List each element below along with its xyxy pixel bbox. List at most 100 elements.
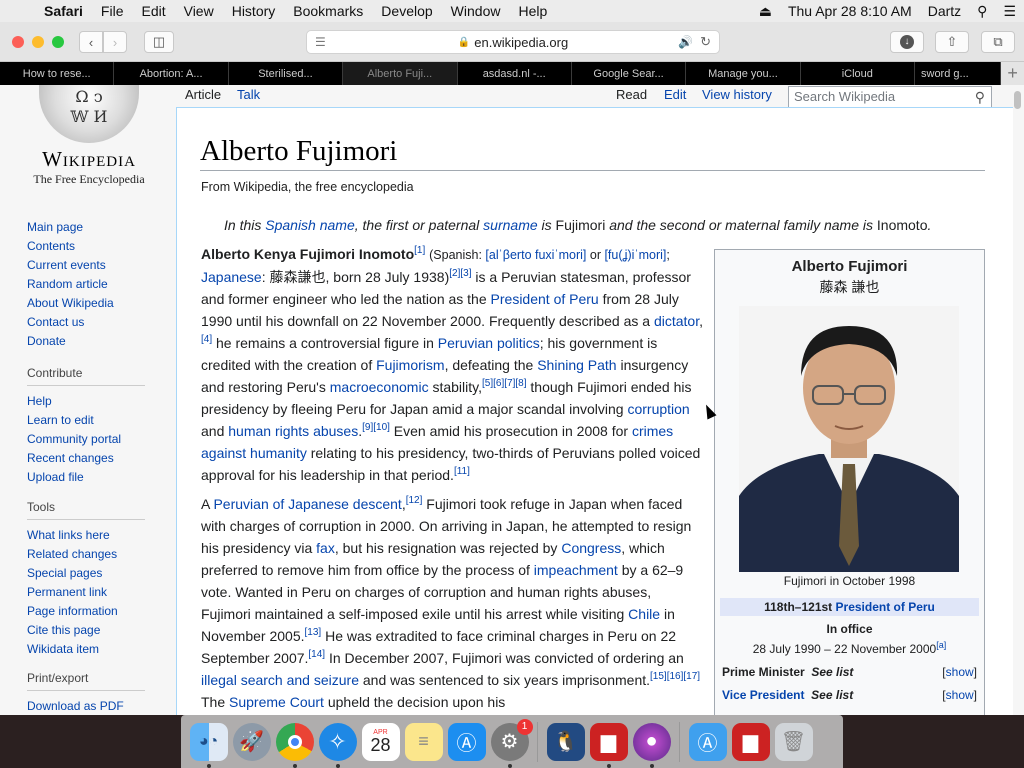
- reference-link[interactable]: [a]: [936, 640, 946, 650]
- sidebar-item-permanent-link[interactable]: Permanent link: [27, 583, 145, 602]
- link[interactable]: macroeconomic: [330, 379, 429, 395]
- link[interactable]: surname: [483, 217, 537, 233]
- link[interactable]: Supreme Court: [229, 694, 324, 710]
- link[interactable]: Congress: [561, 540, 621, 556]
- office-link[interactable]: President of Peru: [836, 600, 935, 614]
- sidebar-item-recent-changes[interactable]: Recent changes: [27, 449, 145, 468]
- link[interactable]: Fujimorism: [376, 357, 444, 373]
- downloads-button[interactable]: ↓: [890, 31, 924, 53]
- vice-president-label[interactable]: Vice President: [722, 688, 805, 702]
- search-icon[interactable]: ⚲: [975, 87, 985, 107]
- vice-president-value[interactable]: See list: [811, 688, 853, 702]
- calendar-icon[interactable]: APR 28: [361, 722, 400, 761]
- link[interactable]: [fu(ʝ)iˈmori]: [604, 248, 666, 262]
- show-link[interactable]: show: [946, 665, 974, 679]
- app-menu[interactable]: Safari: [40, 3, 92, 19]
- menu-window[interactable]: Window: [442, 3, 510, 19]
- clock[interactable]: Thu Apr 28 8:10 AM: [780, 3, 920, 19]
- link[interactable]: illegal search and seizure: [201, 672, 359, 688]
- tab-read[interactable]: Read: [616, 85, 647, 109]
- notification-center-icon[interactable]: ☰: [995, 3, 1024, 20]
- sidebar-item-contact[interactable]: Contact us: [27, 313, 114, 332]
- tab[interactable]: Manage you...: [686, 62, 801, 85]
- menu-history[interactable]: History: [223, 3, 285, 19]
- safari-icon[interactable]: ✧: [318, 722, 357, 768]
- bag-folder-icon[interactable]: ▆: [731, 722, 770, 761]
- menu-develop[interactable]: Develop: [372, 3, 441, 19]
- sidebar-item-wikidata-item[interactable]: Wikidata item: [27, 640, 145, 659]
- link[interactable]: President of Peru: [491, 291, 599, 307]
- portrait-photo[interactable]: [739, 306, 959, 572]
- link[interactable]: Japanese: [201, 269, 262, 285]
- menu-view[interactable]: View: [175, 3, 223, 19]
- audio-playing-icon[interactable]: 🔊: [678, 35, 693, 49]
- launchpad-icon[interactable]: 🚀: [232, 722, 271, 761]
- sidebar-item-special-pages[interactable]: Special pages: [27, 564, 145, 583]
- utility-app-icon[interactable]: ●: [632, 722, 671, 768]
- reload-icon[interactable]: ↻: [700, 34, 711, 50]
- show-toggle[interactable]: [show]: [942, 688, 977, 702]
- menu-bookmarks[interactable]: Bookmarks: [284, 3, 372, 19]
- eject-icon[interactable]: ⏏: [751, 3, 780, 20]
- user-menu[interactable]: Dartz: [920, 3, 969, 19]
- tab-talk[interactable]: Talk: [237, 85, 260, 109]
- spotlight-icon[interactable]: ⚲: [969, 3, 995, 20]
- link[interactable]: impeachment: [534, 562, 618, 578]
- notes-icon[interactable]: ≡: [404, 722, 443, 761]
- scrollbar-thumb[interactable]: [1014, 91, 1021, 109]
- tab[interactable]: How to rese...: [0, 62, 115, 85]
- sidebar-item-page-information[interactable]: Page information: [27, 602, 145, 621]
- search-input[interactable]: Search Wikipedia ⚲: [788, 86, 992, 108]
- chrome-icon[interactable]: [275, 722, 314, 768]
- sidebar-item-community-portal[interactable]: Community portal: [27, 430, 145, 449]
- prime-minister-value[interactable]: See list: [811, 665, 853, 679]
- tab[interactable]: Google Sear...: [572, 62, 687, 85]
- tab-active[interactable]: Alberto Fuji...: [343, 62, 458, 85]
- zoom-window-button[interactable]: [52, 36, 64, 48]
- app-store-icon[interactable]: Ⓐ: [447, 722, 486, 761]
- wikipedia-logo[interactable]: Ω ↄ𝕎 И Wikipedia The Free Encyclopedia: [24, 85, 154, 187]
- sidebar-item-random-article[interactable]: Random article: [27, 275, 114, 294]
- system-preferences-icon[interactable]: ⚙ 1: [490, 718, 533, 768]
- address-bar[interactable]: ☰ 🔒 en.wikipedia.org 🔊 ↻: [306, 30, 720, 54]
- link[interactable]: Spanish name: [265, 217, 355, 233]
- tab[interactable]: asdasd.nl -...: [458, 62, 572, 85]
- show-toggle[interactable]: [show]: [942, 665, 977, 679]
- link[interactable]: Shining Path: [537, 357, 616, 373]
- sidebar-item-upload-file[interactable]: Upload file: [27, 468, 145, 487]
- show-link[interactable]: show: [946, 688, 974, 702]
- tab[interactable]: iCloud: [801, 62, 915, 85]
- new-tab-button[interactable]: +: [1001, 62, 1024, 85]
- app-store-folder-icon[interactable]: Ⓐ: [688, 722, 727, 761]
- minimize-window-button[interactable]: [32, 36, 44, 48]
- show-tabs-button[interactable]: ⧉: [981, 31, 1015, 53]
- share-button[interactable]: ⇧: [935, 31, 969, 53]
- vpn-shield-icon[interactable]: 🐧: [546, 722, 585, 761]
- sidebar-item-about[interactable]: About Wikipedia: [27, 294, 114, 313]
- tab-article[interactable]: Article: [185, 85, 221, 109]
- finder-icon[interactable]: ◕◔: [189, 722, 228, 768]
- tab[interactable]: Abortion: A...: [114, 62, 229, 85]
- sidebar-item-learn-to-edit[interactable]: Learn to edit: [27, 411, 145, 430]
- forward-button[interactable]: ›: [103, 31, 127, 53]
- close-window-button[interactable]: [12, 36, 24, 48]
- bag-app-icon[interactable]: ▆: [589, 722, 628, 768]
- sidebar-button[interactable]: ◫: [144, 31, 174, 53]
- tab-view-history[interactable]: View history: [702, 85, 772, 109]
- menu-help[interactable]: Help: [509, 3, 556, 19]
- tab[interactable]: sword g...: [915, 62, 1002, 85]
- link[interactable]: Peruvian of Japanese descent: [213, 496, 401, 512]
- link[interactable]: [alˈβerto fuxiˈmori]: [485, 248, 586, 262]
- sidebar-item-related-changes[interactable]: Related changes: [27, 545, 145, 564]
- link[interactable]: Peruvian politics: [438, 335, 540, 351]
- link[interactable]: Chile: [628, 606, 660, 622]
- tab-edit[interactable]: Edit: [664, 85, 686, 109]
- sidebar-item-main-page[interactable]: Main page: [27, 218, 114, 237]
- menu-file[interactable]: File: [92, 3, 133, 19]
- menu-edit[interactable]: Edit: [132, 3, 174, 19]
- sidebar-item-current-events[interactable]: Current events: [27, 256, 114, 275]
- sidebar-item-help[interactable]: Help: [27, 392, 145, 411]
- scrollbar[interactable]: [1012, 85, 1022, 715]
- sidebar-item-cite-this-page[interactable]: Cite this page: [27, 621, 145, 640]
- back-button[interactable]: ‹: [79, 31, 103, 53]
